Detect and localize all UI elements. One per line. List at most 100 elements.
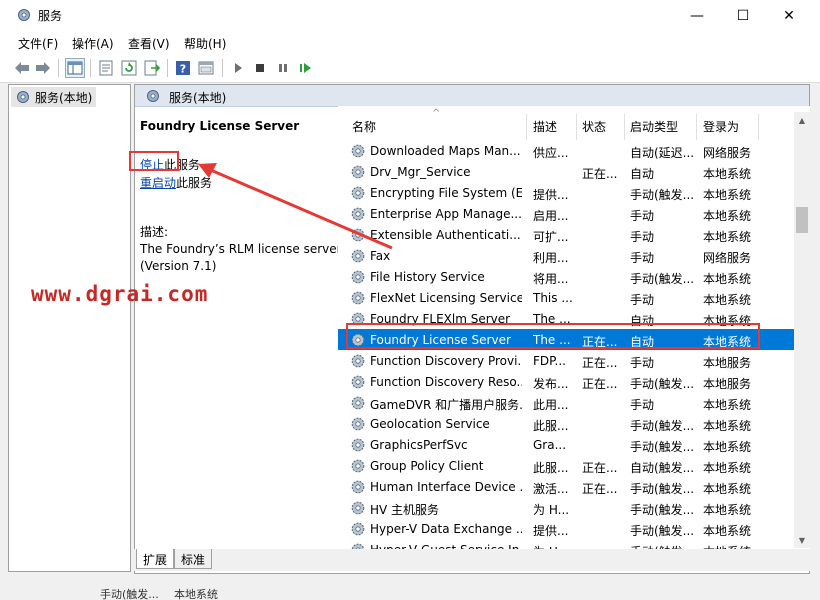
help-button[interactable]: ? (173, 58, 193, 78)
service-gear-icon (351, 249, 365, 263)
services-pane-header: 服务(本地) (135, 85, 809, 107)
service-description: The Foundry’s RLM license server (Versio… (140, 242, 342, 273)
stop-link-highlight-box (129, 151, 179, 171)
service-row[interactable]: Drv_Mgr_Service 正在... 自动 本地系统 (338, 161, 794, 182)
service-row[interactable]: GraphicsPerfSvc Gra... 手动(触发... 本地系统 (338, 434, 794, 455)
menu-help[interactable]: 帮助(H) (184, 35, 226, 52)
menu-action[interactable]: 操作(A) (72, 35, 114, 52)
service-startup-cell: 自动(延迟... (630, 146, 694, 160)
toolbar: ? (0, 53, 820, 83)
properties-button[interactable] (96, 58, 116, 78)
column-divider (576, 114, 577, 140)
service-desc-cell: FDP... (533, 354, 566, 368)
service-gear-icon (351, 291, 365, 305)
service-row[interactable]: Function Discovery Reso... 发布... 正在... 手动(触… (338, 371, 794, 392)
service-desc-cell: 启用... (533, 209, 569, 223)
services-gear-icon (17, 91, 29, 103)
service-logon-cell: 本地系统 (703, 524, 752, 538)
service-gear-icon (351, 438, 365, 452)
service-logon-cell: 本地系统 (703, 461, 752, 475)
service-logon-cell: 本地系统 (703, 230, 752, 244)
column-header-name[interactable]: 名称 (352, 118, 376, 135)
service-logon-cell: 本地系统 (703, 293, 752, 307)
show-hide-tree-button[interactable] (65, 58, 85, 78)
service-gear-icon (351, 459, 365, 473)
console-window-button[interactable] (196, 58, 216, 78)
toolbar-separator (167, 59, 168, 77)
tab-standard[interactable]: 标准 (174, 549, 213, 569)
scrollbar-thumb[interactable] (796, 207, 808, 233)
service-startup-cell: 手动 (630, 398, 655, 412)
restart-service-link[interactable]: 重启动 (140, 176, 176, 190)
forward-button[interactable] (33, 58, 53, 78)
menu-view[interactable]: 查看(V) (128, 35, 170, 52)
service-row[interactable]: Enterprise App Manage... 启用... 手动 本地系统 (338, 203, 794, 224)
tab-extended[interactable]: 扩展 (136, 549, 175, 569)
service-startup-cell: 手动 (630, 356, 655, 370)
column-header-startup-type[interactable]: 启动类型 (630, 118, 678, 135)
service-desc-cell: 发布... (533, 377, 569, 391)
service-gear-icon (351, 186, 365, 200)
forward-arrow-icon (36, 62, 50, 74)
vertical-scrollbar[interactable]: ▲ ▼ (794, 112, 810, 548)
close-button[interactable]: ✕ (766, 0, 812, 31)
console-tree: 服务(本地) (8, 84, 131, 572)
minimize-button[interactable]: — (674, 0, 720, 31)
window-title: 服务 (38, 9, 63, 23)
sort-ascending-icon: ^ (432, 108, 441, 119)
maximize-button[interactable]: ☐ (720, 0, 766, 31)
service-row[interactable]: HV 主机服务 为 H... 手动(触发... 本地系统 (338, 497, 794, 518)
view-tabs: 扩展 标准 (134, 549, 810, 571)
service-row[interactable]: Downloaded Maps Man... 供应... 自动(延迟... 网络服务 (338, 140, 794, 161)
service-status-cell: 正在... (582, 377, 618, 391)
pause-service-button[interactable] (273, 58, 293, 78)
help-icon: ? (176, 61, 190, 76)
back-arrow-icon (15, 62, 29, 74)
refresh-icon (121, 60, 137, 76)
service-row[interactable]: Fax 利用... 手动 网络服务 (338, 245, 794, 266)
service-row[interactable]: Geolocation Service 此服... 手动(触发... 本地系统 (338, 413, 794, 434)
service-status-cell: 正在... (582, 356, 618, 370)
menu-file[interactable]: 文件(F) (18, 35, 58, 52)
service-desc-cell: 供应... (533, 146, 569, 160)
service-startup-cell: 手动 (630, 230, 655, 244)
service-row[interactable]: Function Discovery Provi... FDP... 正在... 手动… (338, 350, 794, 371)
service-gear-icon (351, 417, 365, 431)
service-row[interactable]: GameDVR 和广播用户服务... 此用... 手动 本地系统 (338, 392, 794, 413)
export-icon (144, 60, 160, 76)
restart-service-button[interactable] (296, 58, 316, 78)
service-name-cell: HV 主机服务 (370, 503, 440, 517)
service-desc-cell: 将用... (533, 272, 569, 286)
service-name-cell: Drv_Mgr_Service (370, 165, 471, 179)
service-logon-cell: 本地系统 (703, 272, 752, 286)
service-logon-cell: 本地系统 (703, 188, 752, 202)
stop-service-button[interactable] (250, 58, 270, 78)
service-row[interactable]: FlexNet Licensing Service This ... 手动 本地系统 (338, 287, 794, 308)
service-row[interactable]: Extensible Authenticati... 可扩... 手动 本地系统 (338, 224, 794, 245)
back-button[interactable] (12, 58, 32, 78)
service-row[interactable]: Human Interface Device ... 激活... 正在... 手动(触… (338, 476, 794, 497)
service-row[interactable]: File History Service 将用... 手动(触发... 本地系统 (338, 266, 794, 287)
service-logon-cell: 本地系统 (703, 503, 752, 517)
export-list-button[interactable] (142, 58, 162, 78)
scroll-down-icon[interactable]: ▼ (794, 532, 810, 548)
start-service-button[interactable] (228, 58, 248, 78)
toolbar-separator (222, 59, 223, 77)
service-desc-cell: 此用... (533, 398, 569, 412)
scroll-up-icon[interactable]: ▲ (794, 112, 810, 128)
status-startup-fragment: 手动(触发... (100, 588, 159, 600)
service-row[interactable]: Group Policy Client 此服... 正在... 自动(触发... 本地系… (338, 455, 794, 476)
service-startup-cell: 手动(触发... (630, 188, 694, 202)
service-row[interactable]: Encrypting File System (E... 提供... 手动(触发..… (338, 182, 794, 203)
column-header-description[interactable]: 描述 (533, 118, 557, 135)
service-startup-cell: 手动 (630, 209, 655, 223)
column-header-status[interactable]: 状态 (582, 118, 606, 135)
column-header-logon-as[interactable]: 登录为 (703, 118, 739, 135)
toolbar-separator (90, 59, 91, 77)
service-row[interactable]: Hyper-V Data Exchange ... 提供... 手动(触发... 本地… (338, 518, 794, 539)
refresh-button[interactable] (119, 58, 139, 78)
service-name-cell: Human Interface Device ... (370, 480, 522, 494)
service-name-cell: Function Discovery Provi... (370, 354, 522, 368)
tree-item-services-local[interactable]: 服务(本地) (11, 87, 97, 107)
service-name-cell: Downloaded Maps Man... (370, 144, 521, 158)
